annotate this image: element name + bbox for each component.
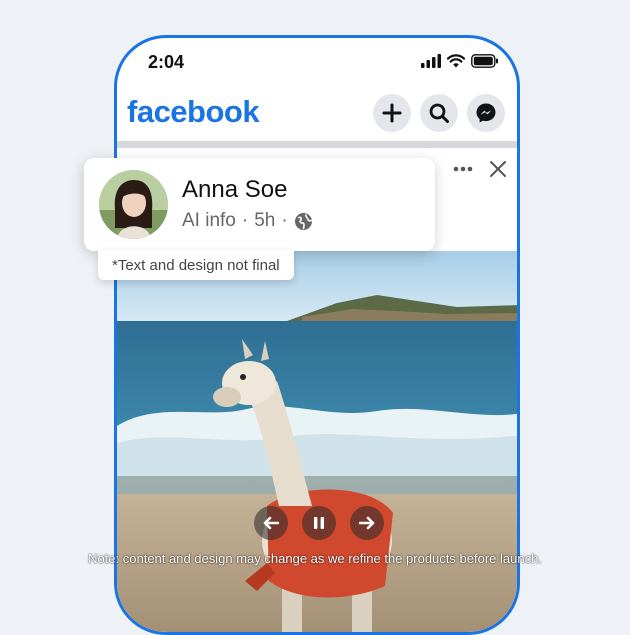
phone-frame: 2:04 facebook [114,35,520,635]
meta-separator: · [281,210,288,231]
ai-info-label[interactable]: AI info [182,210,236,232]
author-name[interactable]: Anna Soe [182,176,287,204]
post-time: 5h [254,210,276,231]
avatar-image [99,170,168,239]
battery-icon [471,54,498,68]
app-header: facebook [117,90,517,138]
globe-icon [294,212,312,230]
status-time: 2:04 [148,52,185,72]
footnote: Note: content and design may change as w… [88,551,542,566]
search-icon [429,103,449,123]
pause-button[interactable] [302,506,336,540]
create-button[interactable] [373,94,411,132]
forward-arrow-icon [359,516,375,530]
post-meta: AI info · 5h · [182,210,313,232]
design-disclaimer: *Text and design not final [98,250,294,280]
search-button[interactable] [420,94,458,132]
more-icon[interactable] [453,166,473,172]
next-button[interactable] [350,506,384,540]
post-author-card: Anna Soe AI info · 5h · [84,158,435,251]
close-icon[interactable] [489,160,507,178]
messenger-button[interactable] [467,94,505,132]
feed-divider [117,141,517,148]
facebook-logo[interactable]: facebook [127,94,260,130]
plus-icon [382,103,402,123]
previous-button[interactable] [254,506,288,540]
status-icons [421,54,499,68]
back-arrow-icon [263,516,279,530]
media-controls [254,506,384,540]
post-actions [453,160,507,178]
status-bar: 2:04 [117,38,517,88]
pause-icon [314,517,324,529]
meta-separator: · [241,210,249,231]
avatar[interactable] [99,170,168,239]
llama-beach-image [117,251,517,632]
wifi-icon [447,54,465,68]
post-media[interactable] [117,251,517,632]
messenger-icon [476,103,496,123]
signal-icon [421,54,441,68]
